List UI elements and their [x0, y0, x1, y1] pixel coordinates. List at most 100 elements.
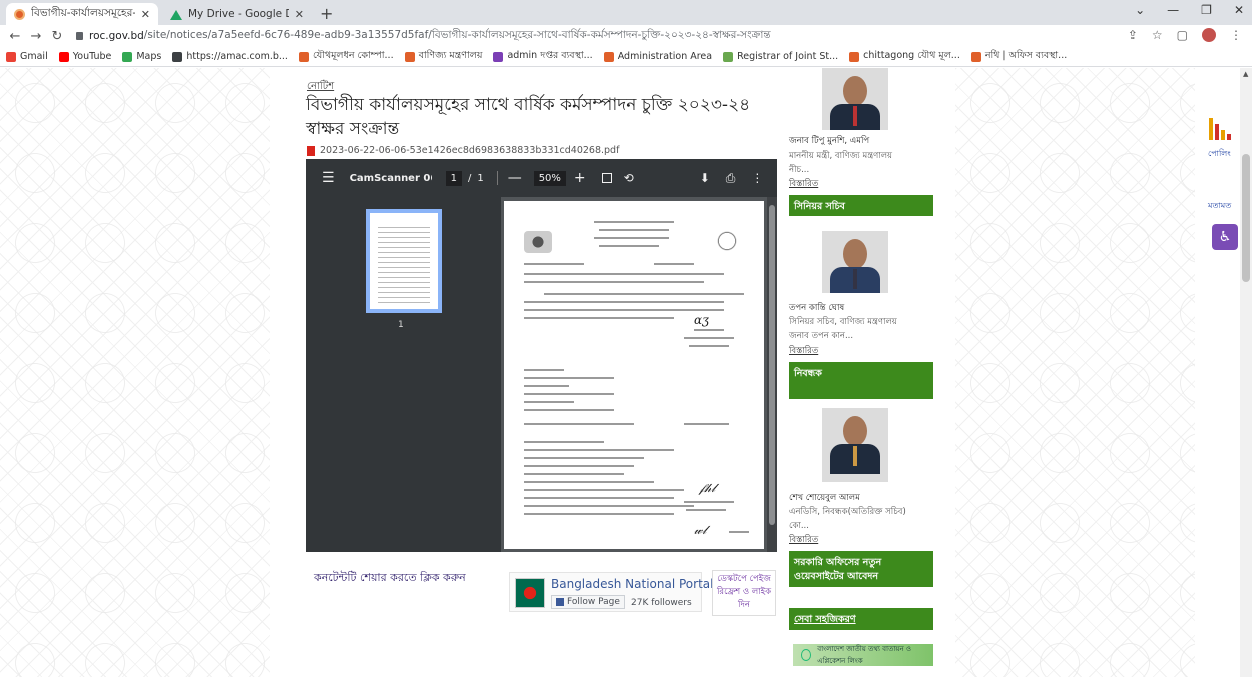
bookmark-item[interactable]: Registrar of Joint St...: [723, 51, 838, 62]
bookmark-item[interactable]: chittagong যৌথ মূল...: [849, 49, 960, 64]
zoom-out-button[interactable]: —: [508, 170, 522, 186]
forward-button[interactable]: →: [30, 29, 42, 44]
bookmark-item[interactable]: Gmail: [6, 51, 48, 62]
tab-notice[interactable]: বিভাগীয়-কার্যালয়সমূহের-সাথে-বা ✕: [6, 3, 158, 25]
menu-icon[interactable]: ⋮: [1230, 28, 1242, 42]
scroll-up-arrow-icon[interactable]: ▲: [1243, 70, 1248, 78]
new-tab-button[interactable]: +: [320, 4, 333, 23]
minimize-button[interactable]: —: [1167, 3, 1179, 17]
document-text-line: [686, 509, 726, 511]
section-header-gov-website[interactable]: সরকারি অফিসের নতুন ওয়েবসাইটের আবেদন: [789, 551, 933, 587]
close-tab-icon[interactable]: ✕: [295, 8, 304, 21]
bookmark-label: Maps: [136, 51, 162, 62]
document-text-line: [594, 221, 674, 223]
bookmark-item[interactable]: https://amac.com.b...: [172, 51, 288, 62]
share-icon[interactable]: ⇪: [1128, 28, 1138, 42]
document-text-line: [524, 401, 574, 403]
page-scrollbar-thumb[interactable]: [1242, 154, 1250, 282]
browser-toolbar: ← → ↻ roc.gov.bd /site/notices/a7a5eefd-…: [0, 25, 1252, 47]
bar-chart-icon: [1209, 118, 1233, 140]
minister-details-link[interactable]: বিস্তারিত: [789, 177, 818, 191]
document-text-line: [524, 369, 564, 371]
reload-button[interactable]: ↻: [51, 29, 63, 44]
page-number-input[interactable]: 1: [445, 170, 462, 186]
close-tab-icon[interactable]: ✕: [141, 8, 150, 21]
document-text-line: [524, 301, 724, 303]
page-thumbnail[interactable]: [366, 209, 442, 313]
print-icon[interactable]: ⎙: [726, 171, 736, 186]
facebook-page-name[interactable]: Bangladesh National Portal: [551, 577, 713, 591]
bookmark-favicon-icon: [404, 51, 415, 62]
bookmark-label: যৌথমূলধন কোম্পা...: [312, 50, 394, 61]
sidebar-toggle-icon[interactable]: ☰: [322, 170, 335, 186]
document-text-line: [524, 385, 569, 387]
bangladesh-portal-logo: [515, 578, 545, 608]
document-text-line: [524, 317, 674, 319]
close-window-button[interactable]: ✕: [1234, 3, 1244, 17]
side-panel-icon[interactable]: ▢: [1177, 28, 1188, 42]
bookmark-item[interactable]: Maps: [122, 51, 161, 62]
registrar-details-link[interactable]: বিস্তারিত: [789, 533, 818, 547]
bookmark-label: বাণিজ্য মন্ত্রণালয়: [418, 50, 483, 61]
document-text-line: [594, 237, 669, 239]
back-button[interactable]: ←: [9, 29, 21, 44]
minister-photo: [822, 68, 888, 130]
document-text-line: [524, 377, 614, 379]
national-portal-banner[interactable]: বাংলাদেশ জাতীয় তথ্য বাতায়ন ও এপ্লিকেশন…: [793, 644, 933, 666]
bookmark-label: নথি | অফিস ব্যবস্থা...: [984, 50, 1068, 61]
page-scrollbar[interactable]: ▲: [1240, 68, 1252, 677]
handwritten-signature: 𝒻𝒽𝓁: [699, 481, 716, 495]
address-bar[interactable]: roc.gov.bd /site/notices/a7a5eefd-6c76-4…: [70, 26, 1170, 46]
document-text-line: [524, 441, 604, 443]
pdf-download-link[interactable]: 2023-06-22-06-06-53e1426ec8d6983638833b3…: [307, 145, 619, 156]
accessibility-icon[interactable]: ♿: [1212, 224, 1238, 250]
tab-title: বিভাগীয়-কার্যালয়সমূহের-সাথে-বা: [31, 6, 135, 19]
minister-extra: নীচ...: [789, 165, 810, 175]
document-text-line: [524, 281, 704, 283]
document-text-line: [684, 337, 734, 339]
toolbar-actions: ⇪ ☆ ▢ ⋮: [1128, 28, 1242, 42]
bookmark-item[interactable]: YouTube: [58, 51, 111, 62]
opinion-link[interactable]: মতামত: [1208, 200, 1231, 213]
more-options-icon[interactable]: ⋮: [751, 171, 763, 185]
bookmark-star-icon[interactable]: ☆: [1152, 28, 1163, 42]
share-content-link[interactable]: কনটেন্টটি শেয়ার করতে ক্লিক করুন: [314, 569, 466, 588]
document-text-line: [524, 263, 584, 265]
document-text-line: [524, 497, 674, 499]
globe-icon: [801, 649, 812, 661]
registrar-role: এনডিসি, নিবন্ধক(অতিরিক্ত সচিব): [789, 507, 906, 517]
bookmark-item[interactable]: যৌথমূলধন কোম্পা...: [298, 49, 394, 64]
follow-page-button[interactable]: Follow Page: [551, 595, 625, 609]
bookmark-item[interactable]: নথি | অফিস ব্যবস্থা...: [970, 49, 1068, 64]
rotate-icon[interactable]: ⟲: [624, 171, 634, 185]
polling-label[interactable]: পোলিং: [1208, 148, 1231, 161]
download-icon[interactable]: ⬇: [700, 171, 710, 185]
document-text-line: [524, 393, 614, 395]
fit-page-icon[interactable]: [601, 173, 612, 183]
pdf-filename: 2023-06-22-06-06-53e1426ec8d6983638833b3…: [320, 145, 620, 156]
handwritten-signature: 𝓌𝓁: [694, 523, 707, 537]
tab-google-drive[interactable]: My Drive - Google Drive ✕: [162, 3, 312, 25]
zoom-in-button[interactable]: +: [574, 170, 586, 186]
restore-button[interactable]: ❐: [1201, 3, 1212, 17]
google-drive-icon: [170, 9, 182, 20]
pdf-scrollbar[interactable]: [767, 197, 777, 552]
bookmark-item[interactable]: admin দপ্তর ব্যবস্থা...: [493, 49, 593, 64]
secretary-details-link[interactable]: বিস্তারিত: [789, 344, 818, 358]
profile-avatar[interactable]: [1202, 28, 1216, 42]
bookmark-item[interactable]: Administration Area: [603, 51, 712, 62]
page-separator: /: [467, 172, 472, 184]
bookmark-favicon-icon: [970, 51, 981, 62]
secretary-role: সিনিয়র সচিব, বাণিজ্য মন্ত্রণালয়: [789, 317, 897, 327]
bookmark-item[interactable]: বাণিজ্য মন্ত্রণালয়: [404, 49, 483, 64]
tab-search-icon[interactable]: ⌄: [1135, 3, 1145, 17]
bookmark-label: Gmail: [20, 51, 48, 62]
pdf-scrollbar-thumb[interactable]: [769, 205, 775, 525]
document-text-line: [544, 293, 744, 295]
service-simplification-link[interactable]: সেবা সহজিকরণ: [794, 614, 856, 625]
bookmark-favicon-icon: [6, 51, 16, 62]
polling-widget[interactable]: [1209, 118, 1233, 140]
document-text-line: [524, 481, 654, 483]
zoom-input[interactable]: 50%: [533, 170, 566, 186]
document-text-line: [599, 229, 669, 231]
